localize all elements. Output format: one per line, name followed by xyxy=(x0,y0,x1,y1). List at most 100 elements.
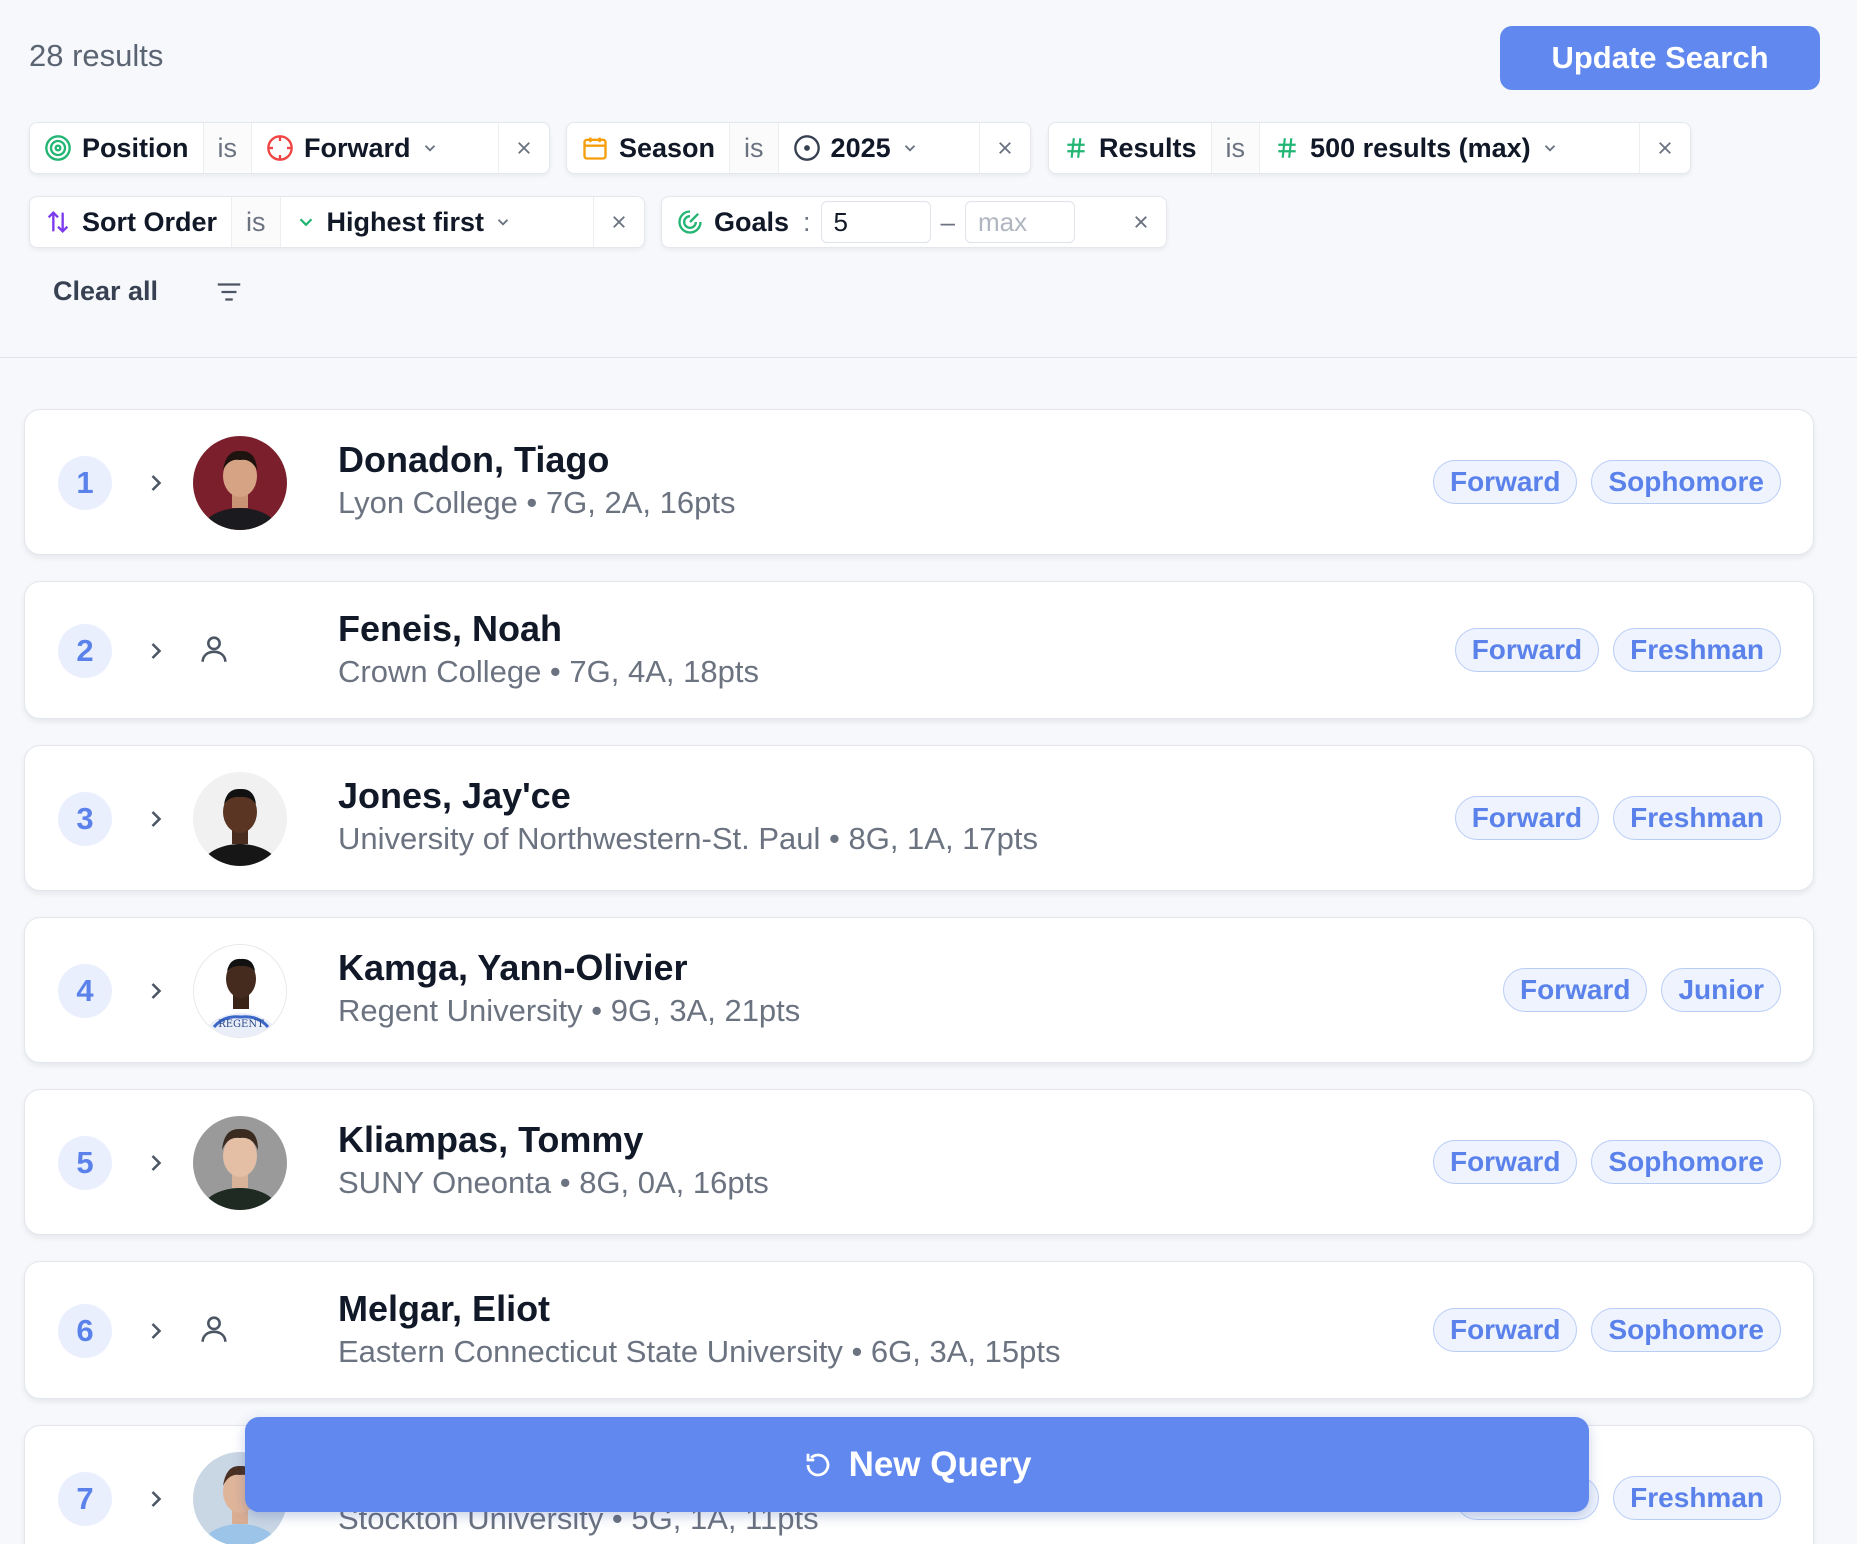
chevron-right-icon[interactable] xyxy=(142,469,170,497)
player-card[interactable]: 3 Jones, Jay'ce University of Northweste… xyxy=(24,745,1814,891)
remove-filter-button[interactable] xyxy=(1640,123,1690,173)
player-card[interactable]: 1 Donadon, Tiago Lyon College • 7G, 2A, … xyxy=(24,409,1814,555)
player-name: Jones, Jay'ce xyxy=(338,775,571,816)
chevron-right-icon[interactable] xyxy=(142,805,170,833)
filter-value-label: Forward xyxy=(304,132,411,163)
clock-icon xyxy=(793,135,820,161)
range-dash: – xyxy=(940,206,956,237)
rank-badge: 6 xyxy=(58,1304,112,1358)
new-query-label: New Query xyxy=(848,1444,1032,1484)
clear-row: Clear all xyxy=(53,276,244,307)
goal-gauge-icon xyxy=(678,210,702,234)
rank-badge: 1 xyxy=(58,456,112,510)
filter-chip-season: Season is 2025 xyxy=(566,122,1031,174)
remove-filter-button[interactable] xyxy=(980,123,1030,173)
position-tag: Forward xyxy=(1432,460,1578,504)
filter-field-season[interactable]: Season xyxy=(567,123,731,173)
filter-operator[interactable]: is xyxy=(1211,123,1261,173)
close-icon xyxy=(999,142,1011,154)
class-year-tag: Sophomore xyxy=(1591,1140,1781,1184)
player-card[interactable]: 6 Melgar, Eliot Eastern Connecticut Stat… xyxy=(24,1261,1814,1399)
player-school-stats: SUNY Oneonta • 8G, 0A, 16pts xyxy=(338,1165,769,1200)
chevron-right-icon[interactable] xyxy=(142,1485,170,1513)
position-tag: Forward xyxy=(1432,1308,1578,1352)
player-school-stats: University of Northwestern-St. Paul • 8G… xyxy=(338,821,1039,856)
position-tag: Forward xyxy=(1502,968,1648,1012)
filter-field-sort-order[interactable]: Sort Order xyxy=(30,197,233,247)
rank-badge: 2 xyxy=(58,624,112,678)
user-icon xyxy=(201,1316,227,1342)
filter-field-position[interactable]: Position xyxy=(30,123,204,173)
filter-value-sort-order[interactable]: Highest first xyxy=(281,197,594,247)
class-year-tag: Freshman xyxy=(1613,796,1781,840)
filter-field-label: Sort Order xyxy=(82,206,218,237)
player-name: Kamga, Yann-Olivier xyxy=(338,947,688,988)
filter-operator[interactable]: is xyxy=(232,197,281,247)
chevron-down-icon xyxy=(1544,145,1555,152)
remove-filter-button[interactable] xyxy=(499,123,549,173)
filter-operator[interactable]: is xyxy=(203,123,252,173)
close-icon xyxy=(1659,142,1671,154)
tag-group: Forward Sophomore xyxy=(1432,1308,1781,1352)
remove-filter-button[interactable] xyxy=(1116,197,1166,247)
close-icon xyxy=(518,142,530,154)
goals-max-input[interactable] xyxy=(965,201,1076,243)
player-card[interactable]: 2 Feneis, Noah Crown College • 7G, 4A, 1… xyxy=(24,581,1814,719)
filter-field-results[interactable]: Results xyxy=(1049,123,1212,173)
target-icon xyxy=(45,135,71,161)
filter-value-season[interactable]: 2025 xyxy=(779,123,980,173)
filter-field-label: Goals xyxy=(714,206,790,237)
class-year-tag: Freshman xyxy=(1613,628,1781,672)
filter-operator: : xyxy=(803,206,811,237)
chevron-right-icon[interactable] xyxy=(142,977,170,1005)
position-tag: Forward xyxy=(1454,628,1600,672)
sort-arrows-icon xyxy=(47,211,69,233)
filter-lines-icon[interactable] xyxy=(214,277,244,307)
avatar xyxy=(193,772,287,866)
filter-field-goals[interactable]: Goals xyxy=(662,197,803,247)
rank-badge: 5 xyxy=(58,1136,112,1190)
player-name: Kliampas, Tommy xyxy=(338,1119,644,1160)
player-name: Feneis, Noah xyxy=(338,608,563,649)
rank-badge: 4 xyxy=(58,964,112,1018)
chevron-right-icon[interactable] xyxy=(142,1317,170,1345)
filter-value-label: Highest first xyxy=(326,206,485,237)
refresh-icon xyxy=(806,1453,829,1476)
filter-panel: 28 results Update Search Position is For… xyxy=(0,0,1857,358)
rank-badge: 3 xyxy=(58,792,112,846)
position-tag: Forward xyxy=(1454,796,1600,840)
clear-all-button[interactable]: Clear all xyxy=(53,276,158,307)
chevron-down-icon xyxy=(424,145,435,152)
update-search-button[interactable]: Update Search xyxy=(1500,26,1820,90)
player-school-stats: Regent University • 9G, 3A, 21pts xyxy=(338,993,801,1028)
new-query-button[interactable]: New Query xyxy=(245,1417,1589,1512)
class-year-tag: Sophomore xyxy=(1591,1308,1781,1352)
player-card[interactable]: 5 Kliampas, Tommy SUNY Oneonta • 8G, 0A,… xyxy=(24,1089,1814,1235)
tag-group: Forward Sophomore xyxy=(1432,1140,1781,1184)
avatar xyxy=(193,436,287,530)
hash-icon xyxy=(1067,138,1085,158)
chevron-right-icon[interactable] xyxy=(142,1149,170,1177)
tag-group: Forward Freshman xyxy=(1454,796,1781,840)
avatar xyxy=(193,1116,287,1210)
filter-field-label: Position xyxy=(82,132,189,163)
close-icon xyxy=(1135,216,1147,228)
filter-value-label: 2025 xyxy=(830,132,891,163)
class-year-tag: Freshman xyxy=(1613,1476,1781,1520)
player-school-stats: Crown College • 7G, 4A, 18pts xyxy=(338,654,759,689)
player-school-stats: Eastern Connecticut State University • 6… xyxy=(338,1334,1061,1369)
close-icon xyxy=(613,216,625,228)
user-icon xyxy=(201,636,227,662)
position-tag: Forward xyxy=(1432,1140,1578,1184)
hash-icon xyxy=(1278,138,1296,158)
filter-value-results[interactable]: 500 results (max) xyxy=(1260,123,1640,173)
goals-min-input[interactable] xyxy=(820,201,931,243)
filter-field-label: Season xyxy=(619,132,716,163)
filter-value-position[interactable]: Forward xyxy=(252,123,499,173)
chevron-right-icon[interactable] xyxy=(142,637,170,665)
filter-operator[interactable]: is xyxy=(730,123,779,173)
remove-filter-button[interactable] xyxy=(594,197,644,247)
player-card[interactable]: 4 REGENT Kamga, Yann-Olivier Regent Univ… xyxy=(24,917,1814,1063)
tag-group: Forward Freshman xyxy=(1454,628,1781,672)
filter-field-label: Results xyxy=(1099,132,1197,163)
